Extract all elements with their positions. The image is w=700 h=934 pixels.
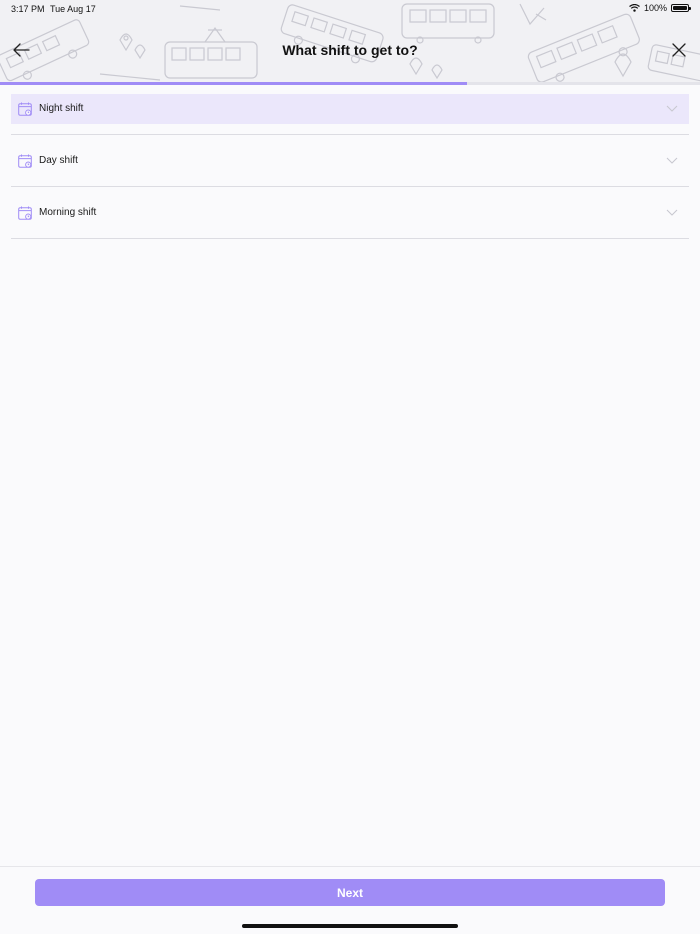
- next-button[interactable]: Next: [35, 879, 665, 906]
- close-icon[interactable]: [671, 42, 687, 58]
- shift-item: Morning shift: [11, 198, 689, 239]
- page-title: What shift to get to?: [282, 42, 418, 58]
- status-right: 100%: [629, 3, 691, 13]
- status-bar: 3:17 PM Tue Aug 17 100%: [0, 0, 700, 18]
- shift-list: Night shift Day shift Morning shift: [11, 94, 689, 239]
- home-indicator: [242, 924, 458, 928]
- status-date: Tue Aug 17: [50, 4, 96, 14]
- shift-row-night[interactable]: Night shift: [11, 94, 689, 124]
- battery-percent: 100%: [643, 3, 667, 13]
- shift-row-morning[interactable]: Morning shift: [11, 198, 689, 228]
- shift-item: Night shift: [11, 94, 689, 135]
- chevron-down-icon[interactable]: [666, 105, 678, 113]
- progress-bar: [0, 82, 467, 85]
- footer-divider: [0, 866, 700, 867]
- battery-icon: [671, 4, 691, 12]
- shift-row-day[interactable]: Day shift: [11, 146, 689, 176]
- calendar-clock-icon: [18, 154, 32, 168]
- shift-label: Night shift: [39, 103, 84, 114]
- wifi-icon: [629, 4, 640, 12]
- calendar-clock-icon: [18, 206, 32, 220]
- header: 3:17 PM Tue Aug 17 100% What shift to ge…: [0, 0, 700, 84]
- chevron-down-icon[interactable]: [666, 209, 678, 217]
- chevron-down-icon[interactable]: [666, 157, 678, 165]
- shift-label: Morning shift: [39, 207, 97, 218]
- shift-label: Day shift: [39, 155, 78, 166]
- status-time: 3:17 PM: [11, 4, 45, 14]
- calendar-clock-icon: [18, 102, 32, 116]
- shift-item: Day shift: [11, 146, 689, 187]
